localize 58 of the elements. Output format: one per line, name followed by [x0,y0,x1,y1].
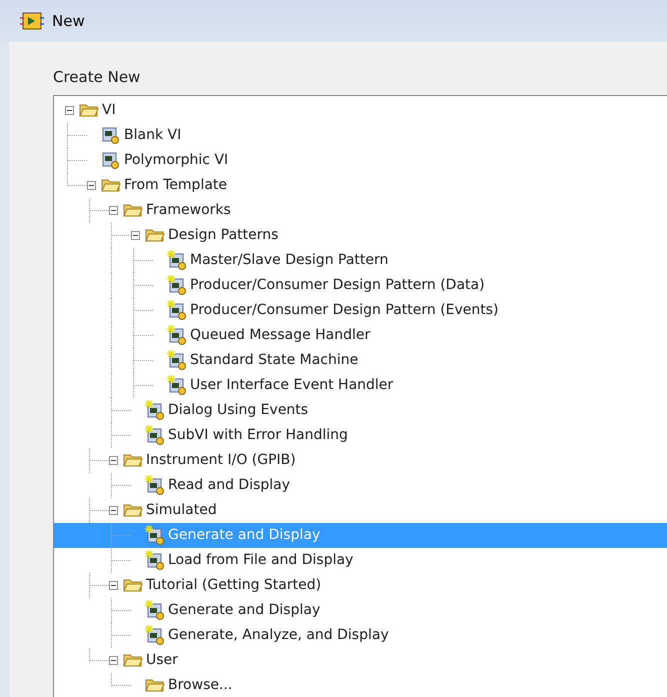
template-file-icon [145,400,165,420]
template-file-icon [167,250,187,270]
window-title: New [52,10,85,32]
template-file-icon [167,375,187,395]
template-file-icon [145,600,165,620]
tree-item[interactable]: Producer/Consumer Design Pattern (Data) [54,272,667,298]
tree-item[interactable]: Read and Display [54,472,667,498]
collapse-toggle[interactable] [108,580,118,590]
folder-icon [123,577,143,593]
section-label: Create New [53,67,142,88]
tree-item[interactable]: Dialog Using Events [54,398,667,422]
tree-item[interactable]: Producer/Consumer Design Pattern (Events) [54,298,667,322]
tree-item[interactable]: Frameworks [54,198,667,222]
tree-item[interactable]: VI [54,98,667,122]
tree-item[interactable]: Standard State Machine [54,348,667,372]
tree-item[interactable]: Instrument I/O (GPIB) [54,448,667,472]
template-file-icon [145,475,165,495]
folder-icon [79,102,99,118]
tree-item[interactable]: Load from File and Display [54,548,667,572]
template-file-icon [167,275,187,295]
collapse-toggle[interactable] [108,206,118,214]
app-icon [20,11,44,31]
collapse-toggle[interactable] [108,656,118,664]
tree-item[interactable]: Design Patterns [54,222,667,248]
vi-file-icon [102,151,120,169]
tree-item[interactable]: Blank VI [54,122,667,148]
template-file-icon [167,300,187,320]
tree-item[interactable]: Browse... [54,672,667,697]
tree-item[interactable]: Generate and Display [54,598,667,622]
template-file-icon [167,325,187,345]
template-file-icon [145,425,165,445]
vi-file-icon [102,126,120,144]
collapse-toggle[interactable] [64,106,74,114]
folder-icon [123,502,143,518]
collapse-toggle[interactable] [108,506,118,514]
template-file-icon [145,625,165,645]
folder-icon [123,202,143,218]
tree-item[interactable]: SubVI with Error Handling [54,422,667,448]
folder-icon [123,652,143,668]
tree-item[interactable]: Simulated [54,498,667,522]
template-file-icon [167,350,187,370]
folder-icon [123,452,143,468]
collapse-toggle[interactable] [130,230,140,240]
folder-icon [145,677,165,693]
collapse-toggle[interactable] [86,180,96,190]
tree-item[interactable]: Queued Message Handler [54,322,667,348]
template-file-icon [145,525,165,545]
tree-item[interactable]: User [54,648,667,672]
tree-item[interactable]: From Template [54,172,667,198]
folder-icon [145,227,165,243]
tree-item[interactable]: Master/Slave Design Pattern [54,248,667,272]
folder-icon [101,177,121,193]
tree-item[interactable]: Polymorphic VI [54,148,667,172]
tree-item[interactable]: Tutorial (Getting Started) [54,572,667,598]
template-file-icon [145,550,165,570]
tree-item[interactable]: User Interface Event Handler [54,372,667,398]
collapse-toggle[interactable] [108,456,118,464]
tree-item[interactable]: Generate, Analyze, and Display [54,622,667,648]
